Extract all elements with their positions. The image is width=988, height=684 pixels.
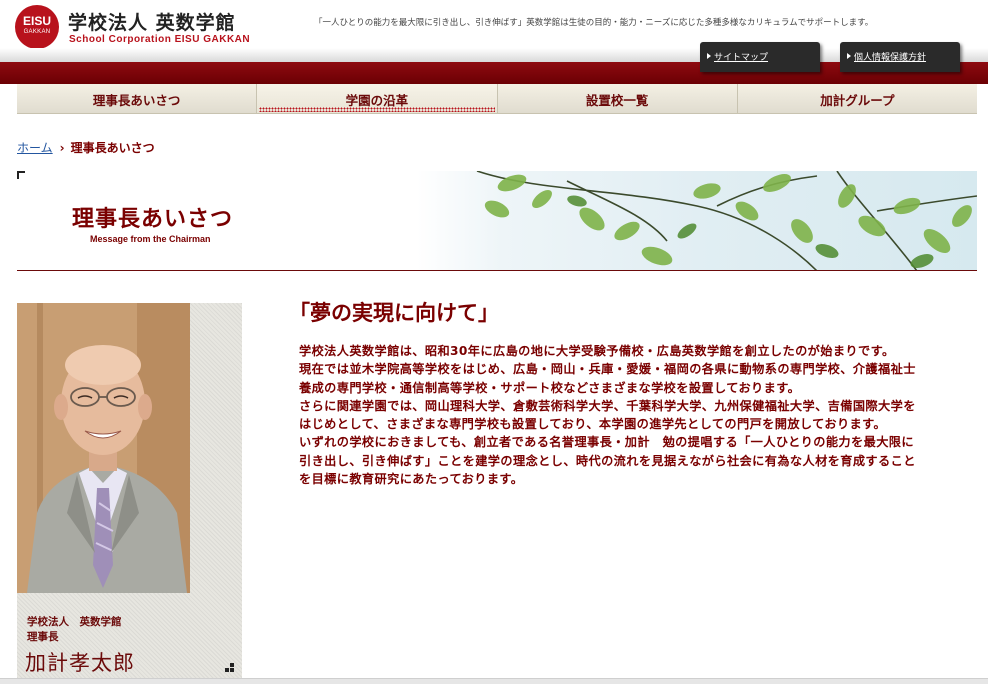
breadcrumb-current: 理事長あいさつ <box>70 141 155 155</box>
leaves-illustration <box>476 171 977 270</box>
privacy-policy-button[interactable]: 個人情報保護方針 <box>840 42 960 72</box>
logo-text-top: EISU <box>22 14 51 28</box>
org-name[interactable]: 学校法人 英数学館 <box>68 8 236 35</box>
global-nav: 理事長あいさつ 学園の沿革 設置校一覧 加計グループ <box>17 84 977 114</box>
corner-squares-icon <box>225 663 234 672</box>
leaves-image <box>417 171 977 270</box>
page-subtitle: Message from the Chairman <box>90 234 211 244</box>
message-heading: 「夢の実現に向けて」 <box>289 301 499 325</box>
chairman-role: 理事長 <box>27 631 59 643</box>
breadcrumb-separator-icon: › <box>59 141 65 155</box>
arrow-right-icon <box>707 53 711 59</box>
breadcrumb-home-link[interactable]: ホーム <box>17 141 53 155</box>
message-paragraph: 学校法人英数学館は、昭和30年に広島の地に大学受験予備校・広島英数学館を創立した… <box>299 344 895 358</box>
arrow-right-icon <box>847 53 851 59</box>
message-paragraph: 現在では並木学院高等学校をはじめ、広島・岡山・兵庫・愛媛・福岡の各県に動物系の専… <box>299 362 916 395</box>
corner-square-icon <box>17 171 25 179</box>
privacy-policy-label: 個人情報保護方針 <box>854 53 927 63</box>
header-tagline: 「一人ひとりの能力を最大限に引き出し、引き伸ばす」英数学館は生徒の目的・能力・ニ… <box>314 18 874 28</box>
sitemap-label: サイトマップ <box>714 53 769 63</box>
page-title-banner: 理事長あいさつ Message from the Chairman <box>17 171 977 271</box>
page-title: 理事長あいさつ <box>72 207 234 232</box>
chairman-photo <box>17 303 190 593</box>
nav-item-kake-group[interactable]: 加計グループ <box>738 84 977 113</box>
org-name-en: School Corporation EISU GAKKAN <box>69 34 251 45</box>
chairman-name: 加計孝太郎 <box>25 651 135 675</box>
chairman-org: 学校法人 英数学館 <box>27 616 122 628</box>
message-body: 学校法人英数学館は、昭和30年に広島の地に大学受験予備校・広島英数学館を創立した… <box>299 342 924 488</box>
eisu-logo[interactable]: EISU GAKKAN <box>15 5 59 49</box>
chairman-portrait-illustration <box>17 303 190 593</box>
nav-item-chairman-message[interactable]: 理事長あいさつ <box>17 84 258 113</box>
message-paragraph: さらに関連学園では、岡山理科大学、倉敷芸術科学大学、千葉科学大学、九州保健福祉大… <box>299 398 916 432</box>
breadcrumb: ホーム › 理事長あいさつ <box>17 139 155 156</box>
window-bottom-edge <box>0 678 988 684</box>
chairman-profile: 学校法人 英数学館 理事長 加計孝太郎 <box>17 303 242 678</box>
sitemap-button[interactable]: サイトマップ <box>700 42 820 72</box>
logo-text-bottom: GAKKAN <box>23 29 51 35</box>
nav-item-history[interactable]: 学園の沿革 <box>257 84 498 113</box>
message-paragraph: いずれの学校におきましても、創立者である名誉理事長・加計 勉の提唱する「一人ひと… <box>299 435 916 487</box>
nav-item-schools[interactable]: 設置校一覧 <box>498 84 738 113</box>
